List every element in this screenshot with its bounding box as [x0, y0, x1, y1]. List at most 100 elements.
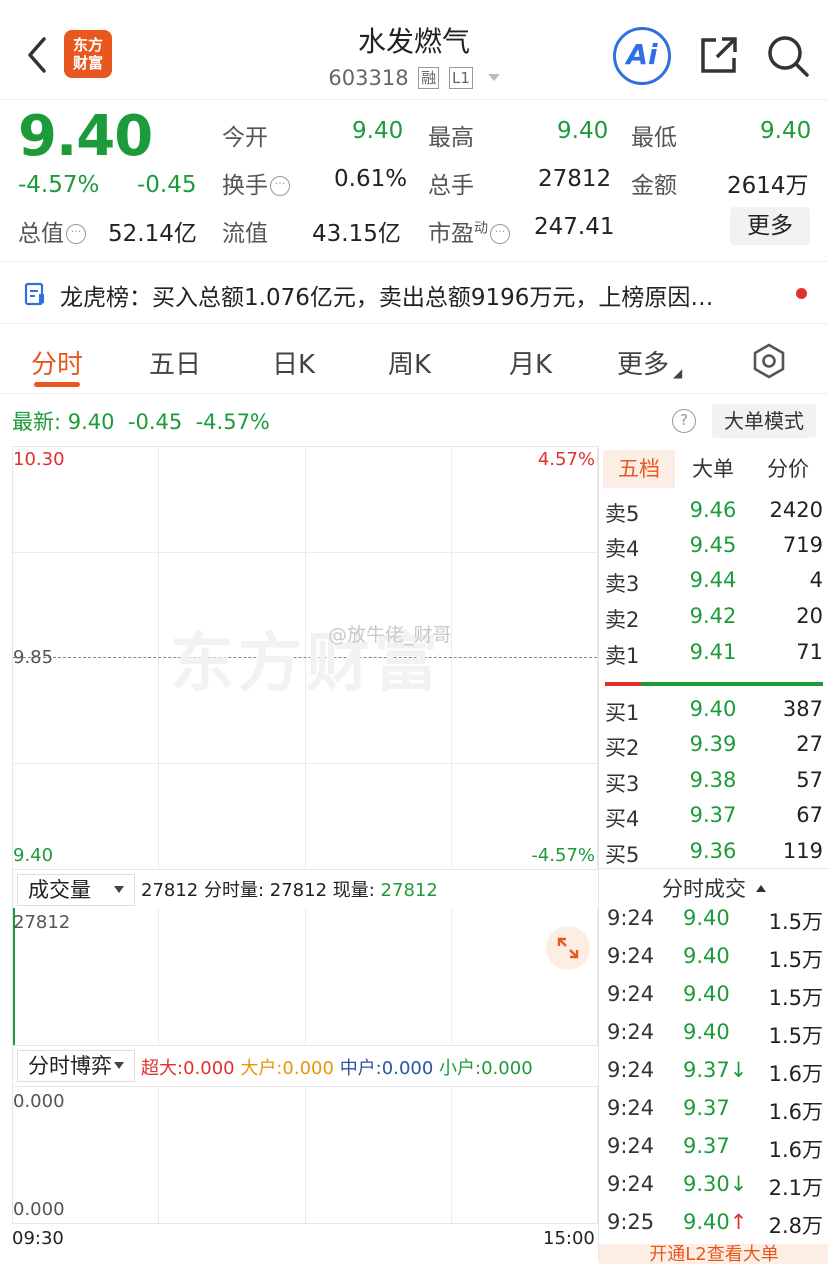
- volume-select[interactable]: 成交量: [17, 874, 135, 906]
- bid-row: 买3 9.38 57: [605, 768, 823, 796]
- tab-underline: [34, 382, 80, 387]
- y-min-label: 9.40: [13, 845, 54, 866]
- volume-y-label: 27812: [13, 912, 71, 933]
- caret-up-icon: [756, 885, 766, 892]
- tick-trades-header[interactable]: 分时成交: [599, 868, 828, 910]
- tick-row: 9:24 9.30↓ 2.1万: [607, 1172, 823, 1200]
- info-icon[interactable]: ···: [66, 224, 86, 244]
- y-max-label: 10.30: [13, 449, 65, 470]
- info-icon[interactable]: ···: [490, 224, 510, 244]
- tab-weekly-k[interactable]: 周K: [388, 344, 431, 381]
- pe-value: 247.41: [534, 214, 615, 240]
- corner-caret-icon: ◢: [673, 366, 683, 380]
- tick-row: 9:24 9.40 1.5万: [607, 906, 823, 934]
- pct-max-label: 4.57%: [537, 449, 595, 470]
- big-order-mode-button[interactable]: 大单模式: [712, 404, 816, 438]
- game-chart[interactable]: 0.000 0.000: [12, 1086, 598, 1224]
- latest-quote: 最新: 9.40 -0.45 -4.57%: [12, 410, 270, 434]
- bid-row: 买2 9.39 27: [605, 732, 823, 760]
- tab-big-orders[interactable]: 大单: [679, 450, 747, 488]
- high-value: 9.40: [557, 118, 609, 144]
- chevron-down-icon[interactable]: [487, 74, 500, 81]
- banner-text: 龙虎榜：买入总额1.076亿元，卖出总额9196万元，上榜原因…: [60, 285, 714, 311]
- turnover-value: 0.61%: [334, 166, 408, 192]
- y-mid-label: 9.85: [13, 647, 54, 668]
- pct-min-label: -4.57%: [531, 845, 595, 866]
- tick-row: 9:24 9.37↓ 1.6万: [607, 1058, 823, 1086]
- tick-row: 9:24 9.40 1.5万: [607, 1020, 823, 1048]
- bid-row: 买1 9.40 387: [605, 697, 823, 725]
- float-cap-value: 43.15亿: [312, 221, 401, 247]
- tick-row: 9:24 9.40 1.5万: [607, 982, 823, 1010]
- tab-more[interactable]: 更多 ◢: [617, 344, 682, 381]
- expand-icon: [557, 937, 579, 959]
- ask-row: 卖4 9.45 719: [605, 533, 823, 561]
- tick-row: 9:24 9.37 1.6万: [607, 1134, 823, 1162]
- low-label: 最低: [631, 125, 677, 151]
- ask-row: 卖2 9.42 20: [605, 604, 823, 632]
- volume-info: 27812 分时量: 27812 现量: 27812: [141, 880, 438, 901]
- search-icon[interactable]: [765, 33, 811, 79]
- chart-tabs: 分时 五日 日K 周K 月K 更多 ◢: [0, 330, 828, 394]
- ai-button[interactable]: Ai: [613, 27, 671, 85]
- info-icon[interactable]: ···: [270, 176, 290, 196]
- bid-row: 买4 9.37 67: [605, 803, 823, 831]
- tab-daily-k[interactable]: 日K: [272, 344, 315, 381]
- market-cap-label[interactable]: 总值 ···: [18, 214, 86, 248]
- volume-header: 成交量 27812 分时量: 27812 现量: 27812: [12, 870, 598, 908]
- ask-row: 卖3 9.44 4: [605, 568, 823, 596]
- caret-down-icon: [114, 886, 124, 893]
- more-button[interactable]: 更多: [730, 207, 810, 245]
- share-icon[interactable]: [698, 34, 740, 76]
- volume-value: 27812: [538, 166, 612, 192]
- notification-dot: [796, 288, 807, 299]
- tick-row: 9:24 9.40 1.5万: [607, 944, 823, 972]
- current-price: 9.40: [18, 104, 153, 169]
- high-label: 最高: [428, 125, 474, 151]
- document-icon: [24, 282, 44, 306]
- tick-row: 9:24 9.37 1.6万: [607, 1096, 823, 1124]
- open-value: 9.40: [352, 118, 404, 144]
- caret-down-icon: [114, 1062, 124, 1069]
- amount-label: 金额: [631, 173, 677, 199]
- tab-price-distribution[interactable]: 分价: [751, 450, 825, 488]
- pe-label[interactable]: 市盈动 ···: [428, 214, 510, 248]
- game-y-bottom-label: 0.000: [13, 1199, 65, 1220]
- order-book-tabs: 五档 大单 分价: [599, 446, 828, 490]
- l2-promo-banner[interactable]: 开通L2查看大单: [599, 1244, 828, 1264]
- gear-icon[interactable]: [750, 342, 788, 380]
- game-header: 分时博弈 超大:0.000 大户:0.000 中户:0.000 小户:0.000: [12, 1046, 598, 1086]
- tab-intraday[interactable]: 分时: [31, 344, 83, 381]
- ask-row: 卖5 9.46 2420: [605, 498, 823, 526]
- tab-monthly-k[interactable]: 月K: [509, 344, 552, 381]
- market-cap-value: 52.14亿: [108, 221, 197, 247]
- bid-ask-ratio-bar-sell: [605, 682, 641, 686]
- stock-code: 603318: [328, 66, 409, 90]
- header: 东方 财富 水发燃气 603318 融 L1 Ai: [0, 0, 828, 100]
- time-end-label: 15:00: [543, 1228, 595, 1249]
- weibo-watermark: @放牛佬_财哥: [328, 624, 452, 646]
- game-y-top-label: 0.000: [13, 1091, 65, 1112]
- volume-chart[interactable]: 27812: [12, 908, 598, 1046]
- tick-row: 9:25 9.40↑ 2.8万: [607, 1210, 823, 1238]
- open-label: 今开: [222, 125, 268, 151]
- margin-tag: 融: [418, 67, 440, 89]
- level-tag: L1: [448, 67, 473, 89]
- game-select[interactable]: 分时博弈: [17, 1050, 135, 1082]
- low-value: 9.40: [760, 118, 812, 144]
- tab-five-day[interactable]: 五日: [149, 344, 201, 381]
- ask-row: 卖1 9.41 71: [605, 640, 823, 668]
- expand-button[interactable]: [546, 926, 590, 970]
- turnover-label[interactable]: 换手 ···: [222, 166, 290, 200]
- time-start-label: 09:30: [12, 1228, 64, 1249]
- help-icon[interactable]: ?: [672, 409, 696, 433]
- tab-five-levels[interactable]: 五档: [603, 450, 675, 488]
- float-cap-label: 流值: [222, 221, 268, 247]
- change-amount: -0.45: [137, 172, 197, 198]
- amount-value: 2614万: [727, 173, 809, 199]
- order-book-panel: 五档 大单 分价 卖5 9.46 2420 卖4 9.45 719 卖3 9.44 4 卖2…: [598, 446, 828, 1264]
- dragon-tiger-banner[interactable]: 龙虎榜：买入总额1.076亿元，卖出总额9196万元，上榜原因…: [0, 262, 828, 324]
- game-info: 超大:0.000 大户:0.000 中户:0.000 小户:0.000: [141, 1058, 533, 1079]
- bid-ask-ratio-bar-buy: [641, 682, 823, 686]
- volume-label: 总手: [428, 173, 474, 199]
